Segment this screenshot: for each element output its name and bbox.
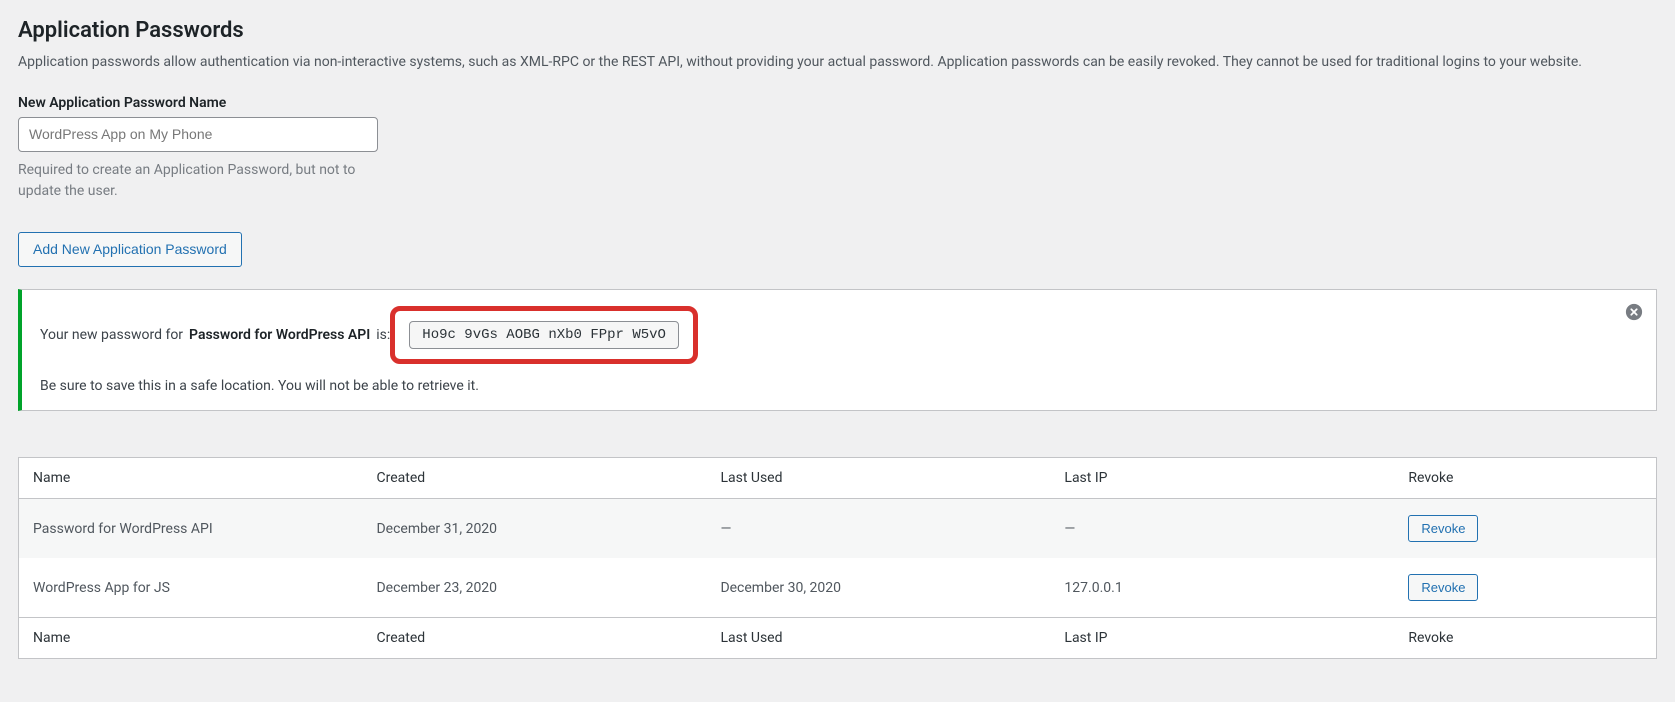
section-description: Application passwords allow authenticati… [18, 51, 1657, 73]
cell-last-used: December 30, 2020 [706, 558, 1050, 618]
notice-separator: is: [376, 327, 390, 343]
th-last-ip: Last IP [1050, 458, 1394, 499]
cell-last-used: — [706, 499, 1050, 559]
th-name: Name [19, 458, 363, 499]
tf-revoke: Revoke [1394, 618, 1656, 659]
th-revoke: Revoke [1394, 458, 1656, 499]
password-highlight-box: Ho9c 9vGs AOBG nXb0 FPpr W5vO [390, 306, 698, 364]
cell-last-ip: 127.0.0.1 [1050, 558, 1394, 618]
table-row: Password for WordPress API December 31, … [19, 499, 1657, 559]
th-last-used: Last Used [706, 458, 1050, 499]
close-icon[interactable] [1624, 302, 1644, 322]
new-app-password-input[interactable] [18, 117, 378, 152]
cell-created: December 31, 2020 [362, 499, 706, 559]
tf-created: Created [362, 618, 706, 659]
table-row: WordPress App for JS December 23, 2020 D… [19, 558, 1657, 618]
tf-name: Name [19, 618, 363, 659]
notice-prefix: Your new password for [40, 327, 183, 343]
app-passwords-table: Name Created Last Used Last IP Revoke Pa… [18, 457, 1657, 659]
notice-safety-text: Be sure to save this in a safe location.… [40, 378, 1616, 394]
cell-last-ip: — [1050, 499, 1394, 559]
new-password-notice: Your new password for Password for WordP… [18, 289, 1657, 411]
revoke-button[interactable]: Revoke [1408, 515, 1478, 542]
cell-name: Password for WordPress API [19, 499, 363, 559]
section-title: Application Passwords [18, 18, 1657, 43]
cell-name: WordPress App for JS [19, 558, 363, 618]
tf-last-ip: Last IP [1050, 618, 1394, 659]
cell-created: December 23, 2020 [362, 558, 706, 618]
add-new-app-password-button[interactable]: Add New Application Password [18, 232, 242, 267]
new-app-password-help: Required to create an Application Passwo… [18, 160, 378, 202]
revoke-button[interactable]: Revoke [1408, 574, 1478, 601]
tf-last-used: Last Used [706, 618, 1050, 659]
generated-password-value[interactable]: Ho9c 9vGs AOBG nXb0 FPpr W5vO [409, 321, 679, 349]
th-created: Created [362, 458, 706, 499]
new-app-password-label: New Application Password Name [18, 95, 1657, 111]
notice-app-name: Password for WordPress API [189, 327, 370, 343]
